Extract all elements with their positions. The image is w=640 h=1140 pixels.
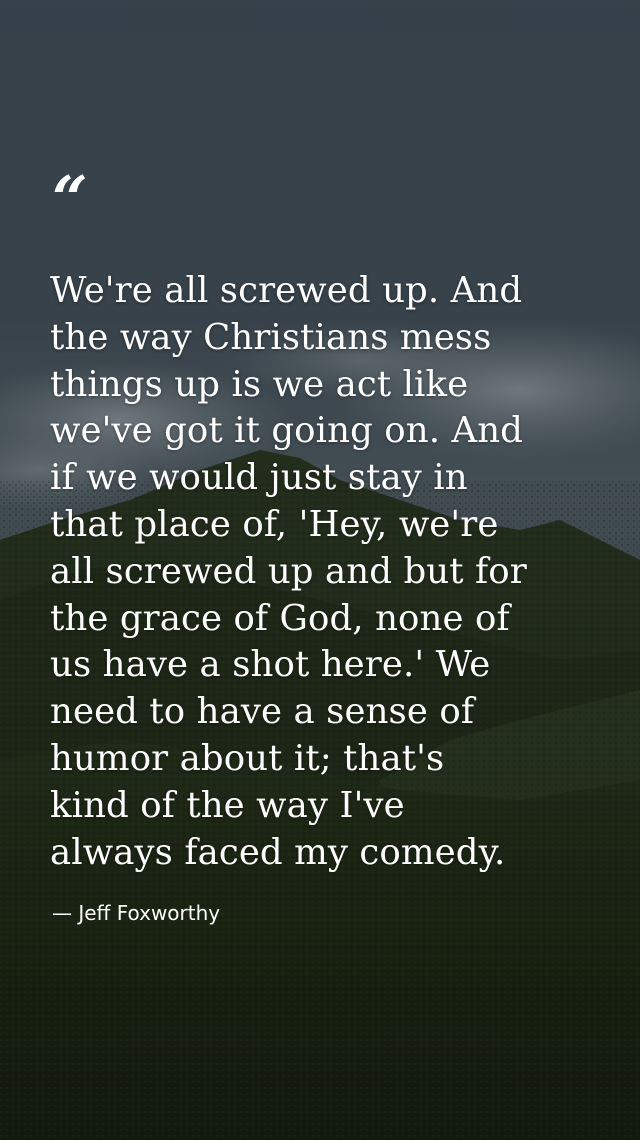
quote-line: We're all screwed up. And [50,270,523,311]
quote-line: the way Christians mess [50,316,492,358]
quote-line: humor about it; that's [50,737,445,779]
quote-line: need to have a sense of [50,691,475,733]
quote-author: — Jeff Foxworthy [52,901,221,925]
quote-line: always faced my comedy. [50,831,506,873]
open-quote-icon: “ [52,162,88,235]
quote-line: us have a shot here.' We [50,644,491,686]
quote-line: kind of the way I've [50,784,405,826]
quote-line: if we would just stay in [50,457,468,499]
quote-line: we've got it going on. And [50,410,524,452]
quote-line: things up is we act like [50,363,469,405]
quote-line: that place of, 'Hey, we're [50,503,499,545]
quote-text: We're all screwed up. And the way Christ… [50,268,610,876]
quote-card: “ We're all screwed up. And the way Chri… [0,0,640,1140]
quote-line: the grace of God, none of [50,597,510,639]
quote-line: all screwed up and but for [50,550,527,592]
